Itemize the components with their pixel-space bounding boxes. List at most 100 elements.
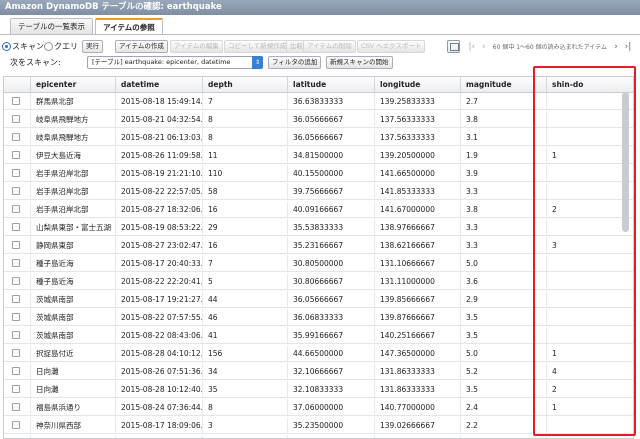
- cell-latitude: 40.09166667: [288, 201, 375, 217]
- cell-magnitude: 5.2: [461, 363, 547, 379]
- create-item-button[interactable]: アイテムの作成: [115, 40, 168, 53]
- cell-magnitude: 3.5: [461, 381, 547, 397]
- table-row[interactable]: 群馬県北部 2015-08-18 15:49:14.2 7 36.63833333 13…: [4, 93, 633, 110]
- prev-page-icon[interactable]: ‹: [478, 40, 490, 53]
- cell-shin-do: 1: [552, 349, 557, 358]
- cell-latitude: 44.66500000: [288, 345, 375, 361]
- edit-item-button[interactable]: アイテムの編集: [170, 40, 223, 53]
- cell-latitude: 30.80500000: [288, 255, 375, 271]
- table-row[interactable]: 岩手県沿岸北部 2015-08-19 21:21:10.3 110 40.155000…: [4, 165, 633, 182]
- scan-radio[interactable]: スキャン: [2, 41, 44, 52]
- query-radio-label: クエリ: [54, 42, 78, 51]
- radio-unselected-icon: [44, 42, 53, 51]
- scan-target-select[interactable]: [テーブル] earthquake: epicenter, datetime ⇕: [87, 56, 263, 69]
- table-row[interactable]: 神奈川県西部 2015-08-17 18:09:06.0 3 35.23500000 1…: [4, 417, 633, 434]
- window-title: Amazon DynamoDB テーブルの確認: earthquake: [0, 0, 640, 15]
- grid-scrollbar[interactable]: [622, 92, 629, 232]
- cell-magnitude: 3.9: [461, 165, 547, 181]
- csv-export-button[interactable]: CSV へエクスポート: [357, 40, 426, 53]
- table-row[interactable]: 福島県会津2015-08-17 13:59:26.1937.0616666713…: [4, 435, 633, 438]
- cell-magnitude: 3.5: [461, 309, 547, 325]
- cell-datetime: 2015-08-27 23:02:47.3: [116, 237, 203, 253]
- column-header-datetime[interactable]: datetime: [116, 77, 203, 92]
- table-row[interactable]: 日向灘 2015-08-28 10:12:40.3 35 32.10833333 131…: [4, 381, 633, 398]
- row-checkbox[interactable]: [12, 223, 20, 231]
- column-header-shin-do[interactable]: shin-do: [547, 77, 633, 92]
- cell-depth: 46: [203, 309, 288, 325]
- row-checkbox[interactable]: [12, 187, 20, 195]
- row-checkbox[interactable]: [12, 349, 20, 357]
- table-row[interactable]: 伊豆大島近海 2015-08-26 11:09:58.4 11 34.81500000…: [4, 147, 633, 164]
- column-header-longitude[interactable]: longitude: [375, 77, 461, 92]
- cell-depth: 35: [203, 381, 288, 397]
- row-checkbox[interactable]: [12, 403, 20, 411]
- run-button[interactable]: 実行: [82, 40, 103, 53]
- cell-datetime: 2015-08-27 18:32:06.8: [116, 201, 203, 217]
- cell-magnitude: 5.0: [461, 255, 547, 271]
- table-row[interactable]: 岩手県沿岸北部 2015-08-22 22:57:05.1 58 39.7566666…: [4, 183, 633, 200]
- cell-longitude: 140.77000000: [375, 399, 461, 415]
- copy-new-button[interactable]: コピーして新規作成: [224, 40, 291, 53]
- table-row[interactable]: 日向灘 2015-08-26 07:51:36.2 34 32.10666667 131…: [4, 363, 633, 380]
- table-row[interactable]: 種子島近海 2015-08-17 20:40:33.9 7 30.80500000 13…: [4, 255, 633, 272]
- row-checkbox[interactable]: [12, 241, 20, 249]
- table-row[interactable]: 茨城県南部 2015-08-22 07:57:55.3 46 36.06833333 1…: [4, 309, 633, 326]
- cell-depth: 8: [203, 129, 288, 145]
- row-checkbox[interactable]: [12, 115, 20, 123]
- query-radio[interactable]: クエリ: [44, 41, 78, 52]
- row-select-cell: [4, 399, 31, 415]
- table-row[interactable]: 択捉島付近 2015-08-28 04:10:12.3 156 44.66500000…: [4, 345, 633, 362]
- cell-longitude: 131.86333333: [375, 363, 461, 379]
- scan-target-value: [テーブル] earthquake: epicenter, datetime: [92, 58, 231, 66]
- row-select-cell: [4, 417, 31, 433]
- cell-datetime: 2015-08-17 13:59:26.1: [116, 435, 203, 438]
- new-scan-button[interactable]: 新規スキャンの開始: [326, 56, 393, 69]
- column-header-epicenter[interactable]: epicenter: [31, 77, 116, 92]
- row-checkbox[interactable]: [12, 151, 20, 159]
- cell-datetime: 2015-08-28 10:12:40.3: [116, 381, 203, 397]
- cell-epicenter: 択捉島付近: [31, 345, 116, 361]
- window-toggle-icon[interactable]: [446, 40, 460, 53]
- table-row[interactable]: 山梨県東部・富士五湖 2015-08-19 08:53:22.8 29 35.5383…: [4, 219, 633, 236]
- row-checkbox[interactable]: [12, 385, 20, 393]
- table-row[interactable]: 種子島近海 2015-08-22 22:20:41.2 5 30.80666667 13…: [4, 273, 633, 290]
- row-checkbox[interactable]: [12, 331, 20, 339]
- row-checkbox[interactable]: [12, 367, 20, 375]
- tab-browse-items[interactable]: アイテムの参照: [95, 18, 163, 35]
- cell-longitude: 141.85333333: [375, 183, 461, 199]
- cell-depth: 8: [203, 399, 288, 415]
- row-checkbox[interactable]: [12, 259, 20, 267]
- row-checkbox[interactable]: [12, 421, 20, 429]
- table-row[interactable]: 岩手県沿岸北部 2015-08-27 18:32:06.8 16 40.0916666…: [4, 201, 633, 218]
- tab-table-list[interactable]: テーブルの一覧表示: [10, 18, 94, 35]
- add-filter-button[interactable]: フィルタの追加: [268, 56, 322, 69]
- table-row[interactable]: 岐阜県飛騨地方 2015-08-21 06:13:03.4 8 36.05666667…: [4, 129, 633, 146]
- row-checkbox[interactable]: [12, 295, 20, 303]
- column-header-latitude[interactable]: latitude: [288, 77, 375, 92]
- cell-longitude: 139.02666667: [375, 417, 461, 433]
- cell-shin-do: [547, 111, 633, 127]
- last-page-icon[interactable]: ›|: [622, 40, 634, 53]
- table-row[interactable]: 岐阜県飛騨地方 2015-08-21 04:32:54.2 8 36.05666667…: [4, 111, 633, 128]
- cell-epicenter: 日向灘: [31, 363, 116, 379]
- row-checkbox[interactable]: [12, 277, 20, 285]
- table-row[interactable]: 静岡県東部 2015-08-27 23:02:47.3 16 35.23166667 1…: [4, 237, 633, 254]
- next-page-icon[interactable]: ›: [610, 40, 622, 53]
- table-row[interactable]: 茨城県南部 2015-08-17 19:21:27.6 44 36.05666667 1…: [4, 291, 633, 308]
- header-select-all[interactable]: [4, 77, 31, 92]
- cell-shin-do: [547, 291, 633, 307]
- row-select-cell: [4, 129, 31, 145]
- delete-item-button[interactable]: アイテムの削除: [303, 40, 356, 53]
- column-header-magnitude[interactable]: magnitude: [461, 77, 547, 92]
- cell-epicenter: 神奈川県西部: [31, 417, 116, 433]
- cell-datetime: 2015-08-22 22:20:41.2: [116, 273, 203, 289]
- row-checkbox[interactable]: [12, 169, 20, 177]
- table-row[interactable]: 茨城県南部 2015-08-22 08:43:06.2 41 35.99166667 1…: [4, 327, 633, 344]
- row-checkbox[interactable]: [12, 313, 20, 321]
- row-checkbox[interactable]: [12, 205, 20, 213]
- table-row[interactable]: 福島県浜通り 2015-08-24 07:36:44.5 8 37.06000000 1…: [4, 399, 633, 416]
- first-page-icon[interactable]: |‹: [466, 40, 478, 53]
- row-checkbox[interactable]: [12, 133, 20, 141]
- column-header-depth[interactable]: depth: [203, 77, 288, 92]
- row-checkbox[interactable]: [12, 97, 20, 105]
